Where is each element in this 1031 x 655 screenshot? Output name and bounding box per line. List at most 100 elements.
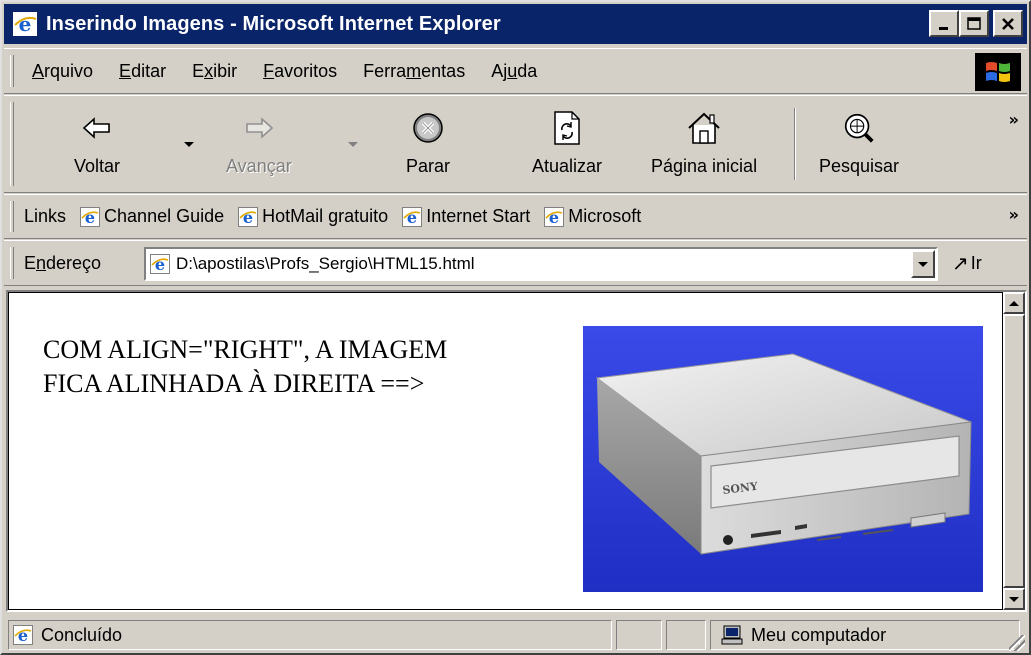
- links-more-chevron[interactable]: »: [1009, 205, 1019, 224]
- toolbar-separator: [794, 108, 796, 180]
- internet-explorer-icon: e: [13, 12, 37, 36]
- links-bar: Links e Channel Guide e HotMail gratuito e In…: [4, 194, 1027, 239]
- search-icon: [844, 113, 874, 143]
- menu-items: Arquivo Editar Exibir Favoritos Ferramentas A…: [32, 61, 537, 82]
- links-bar-grip[interactable]: [10, 201, 14, 232]
- address-input[interactable]: e D:\apostilas\Profs_Sergio\HTML15.html: [144, 247, 938, 281]
- link-item[interactable]: e Microsoft: [544, 206, 641, 227]
- title-bar[interactable]: e Inserindo Imagens - Microsoft Internet…: [4, 4, 1027, 44]
- forward-arrow-icon: [246, 117, 274, 139]
- link-label: Microsoft: [568, 206, 642, 226]
- standard-toolbar: Voltar Avançar Parar Atualizar Página in…: [4, 95, 1027, 193]
- window-controls: [929, 10, 1023, 37]
- maximize-icon: [967, 16, 981, 30]
- status-main-panel: e Concluído: [8, 620, 612, 650]
- search-label: Pesquisar: [819, 156, 900, 176]
- forward-button[interactable]: Avançar: [226, 104, 292, 188]
- forward-dropdown-arrow[interactable]: [348, 142, 358, 147]
- status-zone-text: Meu computador: [751, 624, 887, 645]
- address-bar: Endereço e D:\apostilas\Profs_Sergio\HTM…: [4, 240, 1027, 286]
- links-items: e Channel Guide e HotMail gratuito e Internet…: [66, 206, 641, 227]
- page-text-line-1: COM ALIGN="RIGHT", A IMAGEM: [43, 335, 448, 364]
- svg-text:e: e: [19, 12, 32, 36]
- link-label: Channel Guide: [104, 206, 225, 226]
- refresh-label: Atualizar: [532, 156, 603, 176]
- link-item[interactable]: e Internet Start: [402, 206, 530, 227]
- status-panel-progress: [616, 620, 662, 650]
- scroll-up-button[interactable]: [1003, 292, 1025, 314]
- back-arrow-icon: [82, 117, 110, 139]
- go-arrow-icon: ↗: [952, 251, 969, 275]
- address-label: Endereço: [24, 253, 102, 273]
- back-dropdown-arrow[interactable]: [184, 142, 194, 147]
- go-button[interactable]: ↗ Ir: [952, 251, 982, 275]
- link-label: Internet Start: [426, 206, 531, 226]
- link-ie-icon: e: [238, 206, 259, 227]
- link-ie-icon: e: [80, 206, 101, 227]
- address-value: D:\apostilas\Profs_Sergio\HTML15.html: [176, 254, 475, 273]
- minimize-button[interactable]: [929, 10, 959, 37]
- back-button[interactable]: Voltar: [74, 104, 120, 188]
- windows-logo: [975, 53, 1021, 91]
- window-title: Inserindo Imagens - Microsoft Internet E…: [46, 12, 501, 35]
- resize-grip[interactable]: [1009, 635, 1025, 651]
- address-bar-grip[interactable]: [10, 247, 14, 279]
- refresh-button[interactable]: Atualizar: [532, 104, 602, 188]
- svg-text:e: e: [407, 208, 417, 227]
- link-label: HotMail gratuito: [262, 206, 389, 226]
- page-text-line-2: FICA ALINHADA À DIREITA ==>: [43, 369, 425, 398]
- go-label: Ir: [970, 252, 982, 273]
- status-ie-icon: e: [13, 625, 33, 645]
- link-item[interactable]: e HotMail gratuito: [238, 206, 388, 227]
- svg-text:e: e: [85, 208, 95, 227]
- menu-item[interactable]: Favoritos: [263, 61, 337, 82]
- maximize-button[interactable]: [959, 10, 989, 37]
- close-button[interactable]: [993, 10, 1023, 37]
- status-panel-security: [666, 620, 706, 650]
- status-zone-panel: Meu computador: [710, 620, 1020, 650]
- stop-button[interactable]: Parar: [406, 104, 450, 188]
- menu-item[interactable]: Ajuda: [491, 61, 537, 82]
- svg-text:e: e: [155, 255, 165, 274]
- stop-label: Parar: [406, 156, 451, 176]
- scroll-down-button[interactable]: [1003, 588, 1025, 610]
- status-bar: e Concluído Meu computador: [4, 616, 1027, 653]
- stop-icon: [413, 113, 443, 143]
- toolbar-more-chevron[interactable]: »: [1009, 110, 1019, 129]
- svg-text:e: e: [243, 208, 253, 227]
- menu-bar: Arquivo Editar Exibir Favoritos Ferramentas A…: [4, 48, 1027, 94]
- link-item[interactable]: e Channel Guide: [80, 206, 224, 227]
- link-ie-icon: e: [402, 206, 423, 227]
- svg-text:e: e: [549, 208, 559, 227]
- page-content: COM ALIGN="RIGHT", A IMAGEM FICA ALINHAD…: [8, 292, 1003, 610]
- scroll-thumb[interactable]: [1003, 314, 1025, 588]
- page-ie-icon: e: [150, 254, 170, 274]
- page-text: COM ALIGN="RIGHT", A IMAGEM FICA ALINHAD…: [43, 333, 563, 401]
- browser-window: e Inserindo Imagens - Microsoft Internet…: [0, 0, 1031, 655]
- link-ie-icon: e: [544, 206, 565, 227]
- back-label: Voltar: [74, 156, 121, 176]
- menu-bar-grip[interactable]: [10, 55, 14, 87]
- my-computer-icon: [721, 625, 743, 645]
- page-content-frame: COM ALIGN="RIGHT", A IMAGEM FICA ALINHAD…: [6, 290, 1027, 612]
- toolbar-grip[interactable]: [10, 102, 14, 186]
- home-label: Página inicial: [651, 156, 758, 176]
- close-icon: [1002, 17, 1014, 30]
- minimize-icon: [939, 26, 948, 30]
- menu-item[interactable]: Editar: [119, 61, 166, 82]
- address-dropdown-button[interactable]: [911, 250, 935, 278]
- vertical-scrollbar[interactable]: [1003, 292, 1025, 610]
- windows-flag-icon: [986, 62, 1010, 82]
- home-button[interactable]: Página inicial: [651, 104, 757, 188]
- cd-drive-image: SONY: [583, 326, 983, 592]
- menu-item[interactable]: Ferramentas: [363, 61, 465, 82]
- refresh-icon: [554, 111, 580, 145]
- status-text: Concluído: [41, 624, 123, 645]
- menu-item[interactable]: Arquivo: [32, 61, 93, 82]
- svg-text:e: e: [18, 626, 28, 645]
- links-label: Links: [24, 206, 67, 226]
- search-button[interactable]: Pesquisar: [819, 104, 899, 188]
- forward-label: Avançar: [226, 156, 292, 176]
- menu-item[interactable]: Exibir: [192, 61, 237, 82]
- home-icon: [688, 112, 720, 144]
